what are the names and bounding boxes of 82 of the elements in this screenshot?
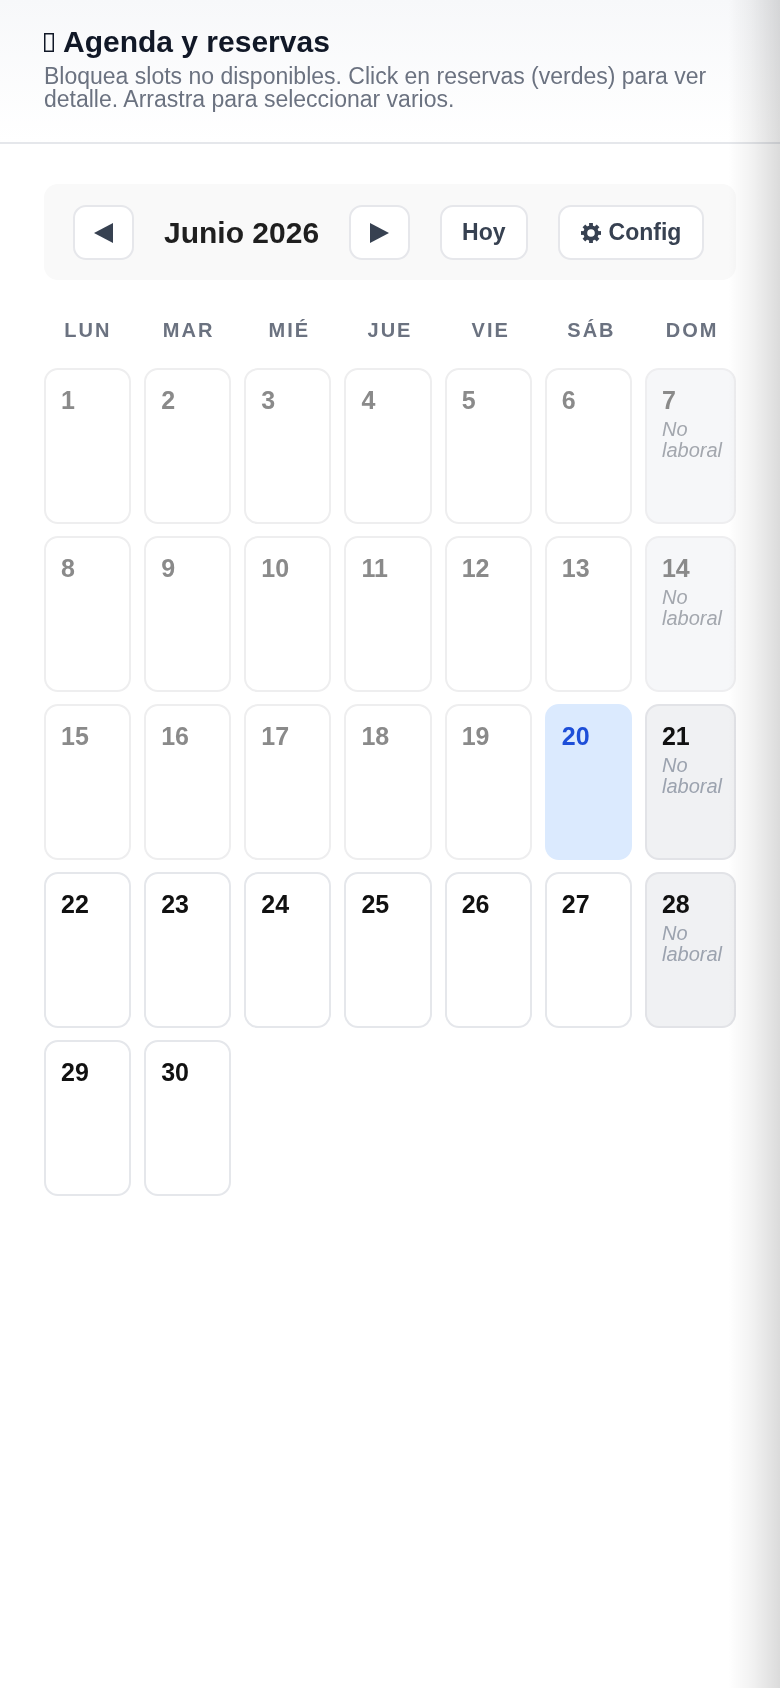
weekday-label: DOM [665, 318, 719, 342]
day-cell[interactable]: 23 [144, 872, 232, 1028]
day-cell[interactable]: 22 [44, 872, 132, 1028]
day-cell[interactable]: 14 No laboral [644, 536, 736, 692]
day-number: 2 [161, 385, 176, 415]
day-cell[interactable]: 8 [44, 536, 132, 692]
day-number: 24 [261, 889, 290, 919]
day-note: No laboral [661, 587, 722, 629]
day-cell[interactable]: 18 [344, 704, 432, 860]
day-cell[interactable]: 3 [244, 368, 332, 524]
day-cell[interactable]: 26 [444, 872, 532, 1028]
day-number: 14 [661, 553, 690, 583]
day-cell[interactable]: 27 [544, 872, 632, 1028]
day-cell[interactable]: 25 [344, 872, 432, 1028]
day-number: 27 [561, 889, 590, 919]
month-title: Junio 2026 [164, 215, 320, 250]
missing-glyph-icon [44, 32, 54, 52]
day-number: 6 [561, 385, 576, 415]
gear-icon [580, 222, 601, 243]
day-cell[interactable]: 15 [44, 704, 132, 860]
day-cell[interactable]: 29 [44, 1040, 132, 1196]
day-cell[interactable]: 12 [444, 536, 532, 692]
day-number: 9 [161, 553, 176, 583]
day-cell[interactable]: 28 No laboral [644, 872, 736, 1028]
day-cell[interactable]: 16 [144, 704, 232, 860]
day-number: 5 [461, 385, 476, 415]
triangle-right-icon [370, 222, 390, 243]
page-title: Agenda y reservas [63, 25, 330, 59]
day-number: 17 [261, 721, 290, 751]
day-cell[interactable]: 2 [144, 368, 232, 524]
day-number: 19 [461, 721, 490, 751]
weekday-label: MIÉ [268, 318, 311, 342]
day-number: 15 [61, 721, 89, 751]
day-number: 25 [361, 889, 390, 919]
day-number: 4 [361, 385, 376, 415]
config-button[interactable]: Config [557, 205, 705, 260]
day-cell[interactable]: 17 [244, 704, 332, 860]
weekday-label: SÁB [567, 318, 616, 342]
day-number: 22 [61, 889, 89, 919]
day-cell[interactable]: 13 [544, 536, 632, 692]
day-cell[interactable]: 19 [444, 704, 532, 860]
day-cell[interactable]: 10 [244, 536, 332, 692]
weekday-label: MAR [162, 318, 215, 342]
day-cell[interactable]: 5 [444, 368, 532, 524]
day-cell[interactable]: 11 [344, 536, 432, 692]
day-number: 23 [161, 889, 189, 919]
day-note: No laboral [661, 755, 722, 797]
day-number: 1 [61, 385, 75, 415]
day-number: 21 [661, 721, 690, 751]
day-number: 12 [461, 553, 490, 583]
day-cell[interactable]: 24 [244, 872, 332, 1028]
day-number: 13 [561, 553, 590, 583]
day-number: 30 [161, 1057, 189, 1087]
triangle-left-icon [94, 222, 113, 243]
day-cell[interactable]: 30 [144, 1040, 232, 1196]
day-cell[interactable]: 1 [44, 368, 132, 524]
day-number: 29 [61, 1057, 89, 1087]
today-button[interactable]: Hoy [440, 205, 528, 260]
day-cell[interactable]: 21 No laboral [644, 704, 736, 860]
day-cell[interactable]: 9 [144, 536, 232, 692]
day-number: 7 [661, 385, 676, 415]
day-number: 8 [61, 553, 75, 583]
day-cell[interactable]: 4 [344, 368, 432, 524]
day-number: 16 [161, 721, 189, 751]
day-number: 3 [261, 385, 276, 415]
day-number: 18 [361, 721, 390, 751]
day-number: 11 [361, 553, 388, 583]
weekday-label: JUE [367, 318, 413, 342]
weekday-label: VIE [471, 318, 510, 342]
page-subtitle: Bloquea slots no disponibles. Click en reservas (verdes) para ver detalle. Arrastra para seleccionar varios. [44, 65, 708, 111]
day-number: 20 [561, 721, 590, 751]
day-note: No laboral [661, 923, 722, 965]
next-month-button[interactable] [349, 205, 411, 260]
day-cell[interactable]: 6 [544, 368, 632, 524]
day-number: 28 [661, 889, 690, 919]
day-number: 10 [261, 553, 290, 583]
day-cell[interactable]: 20 [544, 704, 632, 860]
day-number: 26 [461, 889, 490, 919]
previous-month-button[interactable] [73, 205, 134, 260]
weekday-label: LUN [64, 318, 112, 342]
day-note: No laboral [661, 419, 722, 461]
day-cell[interactable]: 7 No laboral [644, 368, 736, 524]
